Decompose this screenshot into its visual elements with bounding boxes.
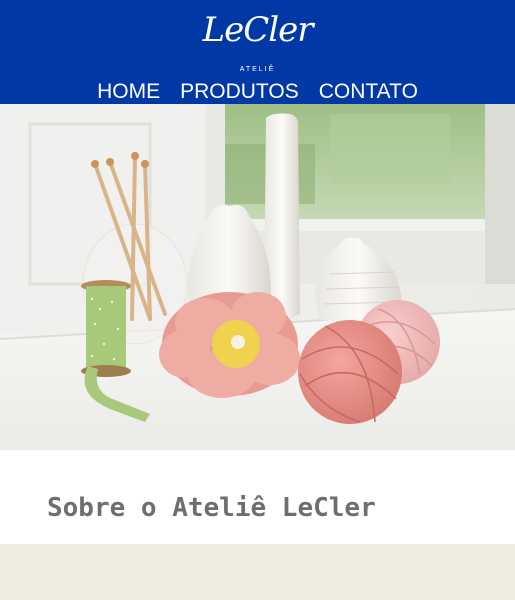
nav-contato-link[interactable]: CONTATO [319,81,418,103]
site-logo[interactable]: LeCler [0,10,515,50]
nav-home-link[interactable]: HOME [97,81,160,103]
main-nav: HOME PRODUTOS CONTATO [0,81,515,103]
nav-produtos-link[interactable]: PRODUTOS [180,81,299,103]
hero-image [0,104,515,450]
about-section: Sobre o Ateliê LeCler [0,450,515,544]
hero-illustration [0,104,515,450]
logo-tagline: ATELIÊ [239,66,276,73]
content-band [0,544,515,600]
about-title: Sobre o Ateliê LeCler [47,493,376,523]
site-header: LeCler ATELIÊ HOME PRODUTOS CONTATO [0,0,515,104]
